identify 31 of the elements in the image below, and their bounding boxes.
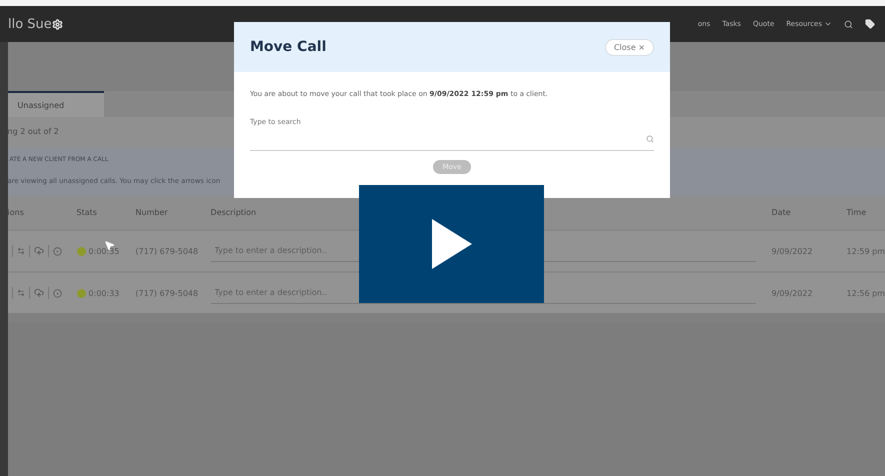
column-header: Number [136, 208, 169, 217]
call-duration: 0:00:35 [88, 246, 120, 256]
column-header: Date [772, 208, 792, 217]
phone-number: (717) 679-5048 [136, 288, 200, 298]
play-button[interactable] [359, 185, 544, 303]
column-header: Stats [76, 208, 98, 217]
user-name[interactable]: llo Sue [8, 16, 52, 32]
result-count: ng 2 out of 2 [8, 127, 59, 138]
column-header: Time [846, 208, 868, 217]
status-dot [76, 288, 86, 298]
close-button[interactable]: Close × [604, 38, 654, 56]
settings-icon[interactable] [52, 18, 63, 30]
search-icon [646, 135, 654, 143]
arrows-icon[interactable] [16, 247, 25, 255]
phone-number: (717) 679-5048 [136, 246, 200, 256]
column-header: Description [210, 208, 258, 217]
time-cell: 12:56 pm [846, 288, 885, 298]
search-icon[interactable] [844, 20, 853, 28]
tab[interactable]: Unassigned [8, 91, 104, 117]
date-cell-text: 9/09/2022 [772, 246, 814, 256]
cloud-icon[interactable] [34, 288, 44, 298]
dialog-title: Move Call [250, 39, 326, 55]
date-cell-text: 9/09/2022 [772, 288, 814, 298]
column-header: ions [8, 208, 25, 217]
arrows-icon[interactable] [16, 289, 25, 297]
status-dot [76, 246, 86, 256]
play-icon [432, 219, 472, 269]
cloud-icon[interactable] [34, 246, 44, 256]
time-cell: 12:59 pm [846, 246, 885, 256]
tag-icon[interactable] [865, 19, 875, 29]
call-duration: 0:00:33 [88, 288, 120, 298]
